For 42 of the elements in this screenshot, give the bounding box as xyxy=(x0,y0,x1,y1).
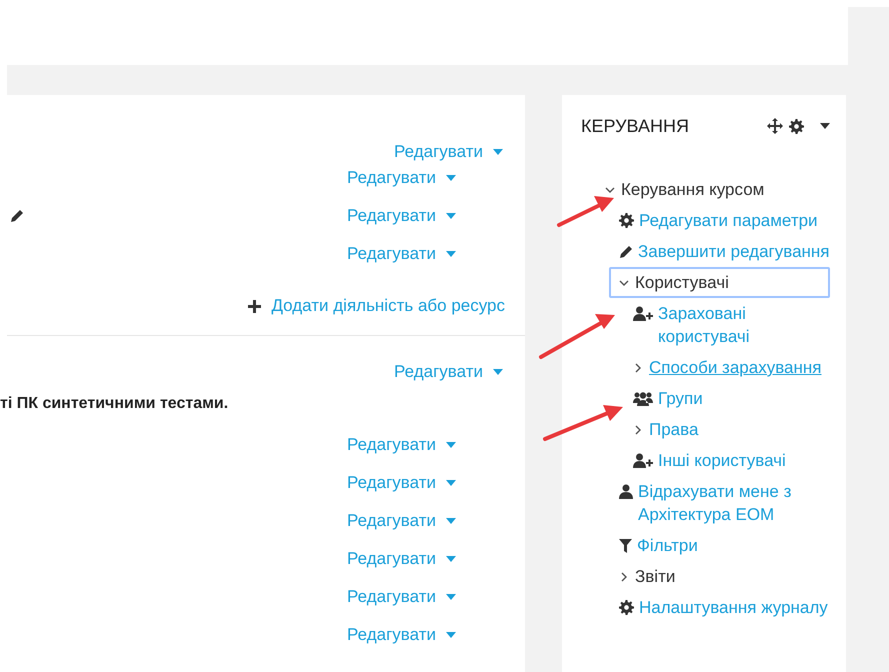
caret-down-icon xyxy=(446,594,456,600)
caret-down-icon xyxy=(446,518,456,524)
tree-branch-item[interactable]: Способи зарахування xyxy=(649,356,822,379)
caret-down-icon xyxy=(493,369,503,375)
tree-branch-item[interactable]: Права xyxy=(649,418,698,441)
annotation-arrow xyxy=(557,196,614,227)
tree-branch-item[interactable]: Звіти xyxy=(635,565,676,588)
caret-down-icon xyxy=(446,442,456,448)
edit-menu-link[interactable]: Редагувати xyxy=(394,139,503,165)
edit-menu-link[interactable]: Редагувати xyxy=(347,508,456,534)
tree-link-item[interactable]: Зараховані користувачі xyxy=(658,302,830,348)
tree-link-item[interactable]: Редагувати параметри xyxy=(639,209,818,232)
edit-menu-link[interactable]: Редагувати xyxy=(347,432,456,458)
edit-menu-link[interactable]: Редагувати xyxy=(347,165,456,191)
caret-down-icon xyxy=(493,149,503,155)
caret-down-icon xyxy=(446,213,456,219)
edit-menu-link[interactable]: Редагувати xyxy=(347,584,456,610)
caret-down-icon[interactable] xyxy=(820,123,830,129)
edit-menu-link[interactable]: Редагувати xyxy=(347,203,456,229)
plus-icon xyxy=(248,300,262,312)
add-activity-link[interactable]: Додати діяльність або ресурс xyxy=(248,293,505,319)
tree-link-item[interactable]: Інші користувачі xyxy=(658,449,786,472)
edit-menu-link[interactable]: Редагувати xyxy=(347,546,456,572)
edit-menu-link[interactable]: Редагувати xyxy=(347,622,456,648)
tree-link-item[interactable]: Фільтри xyxy=(637,534,698,557)
tree-link-item[interactable]: Відрахувати мене з Архітектура ЕОМ xyxy=(638,480,830,526)
edit-menu-link[interactable]: Редагувати xyxy=(347,241,456,267)
caret-down-icon xyxy=(446,480,456,486)
edit-menu-link[interactable]: Редагувати xyxy=(394,359,503,385)
tree-branch-item[interactable]: Керування курсом xyxy=(621,178,764,201)
settings-icon[interactable] xyxy=(789,118,804,134)
caret-down-icon xyxy=(446,251,456,257)
move-icon[interactable] xyxy=(767,118,783,134)
block-title: КЕРУВАННЯ xyxy=(581,114,689,138)
caret-down-icon xyxy=(446,175,456,181)
caret-down-icon xyxy=(446,632,456,638)
tree-link-item[interactable]: Налаштування журналу xyxy=(639,596,828,619)
section-summary: ті ПК синтетичними тестами. xyxy=(0,394,230,414)
tree-link-item[interactable]: Завершити редагування xyxy=(638,240,830,263)
caret-down-icon xyxy=(446,556,456,562)
tree-link-item[interactable]: Групи xyxy=(658,387,703,410)
edit-menu-link[interactable]: Редагувати xyxy=(347,470,456,496)
